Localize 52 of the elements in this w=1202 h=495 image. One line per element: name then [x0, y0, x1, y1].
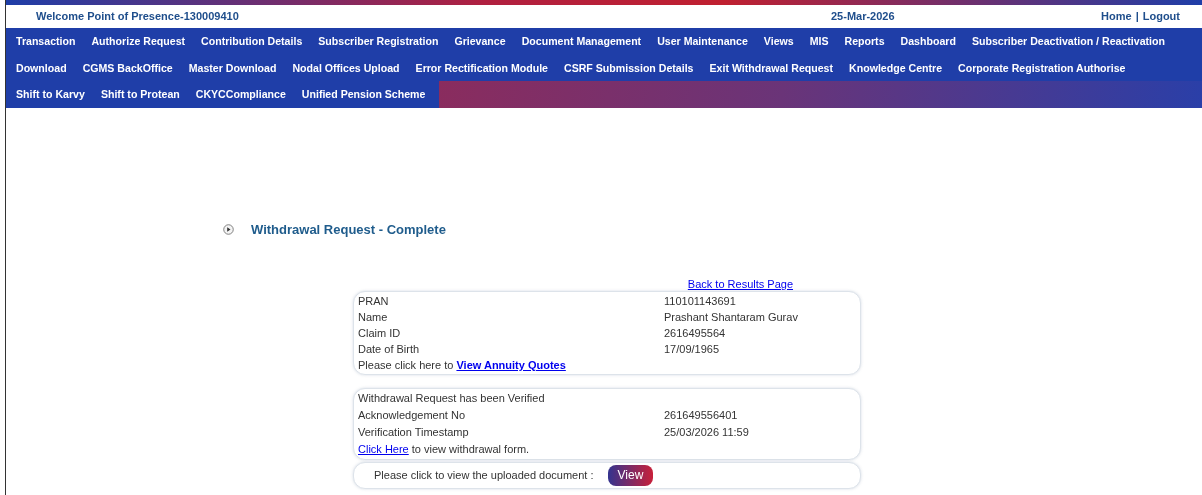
field-value: 17/09/1965	[664, 342, 720, 357]
menu-item[interactable]: Contribution Details	[193, 28, 311, 55]
menu-item[interactable]: Views	[755, 28, 802, 55]
annuity-link[interactable]: View Annuity Quotes	[456, 359, 566, 371]
menu-item[interactable]: CKYCCompliance	[187, 81, 294, 108]
welcome-text: Welcome Point of Presence-130009410	[36, 9, 240, 25]
field-value: Prashant Shantaram Gurav	[664, 310, 798, 325]
menu-item[interactable]: Error Rectification Module	[407, 54, 556, 81]
field-value: 261649556401	[664, 408, 738, 423]
menu-item[interactable]: Grievance	[446, 28, 514, 55]
view-button[interactable]: View	[607, 465, 654, 486]
menu-item[interactable]: Shift to Protean	[92, 81, 188, 108]
menu-item[interactable]: CSRF Submission Details	[556, 54, 702, 81]
status-text: Withdrawal Request has been Verified	[358, 391, 546, 406]
menu-item[interactable]: User Maintenance	[649, 28, 756, 55]
field-label: Date of Birth	[358, 342, 421, 357]
form-link[interactable]: Click Here	[358, 443, 409, 455]
field-value: 25/03/2026 11:59	[664, 425, 749, 440]
menu-item[interactable]: MIS	[801, 28, 837, 55]
field-value: 2616495564	[664, 326, 726, 341]
form-prompt: Click Here to view withdrawal form.	[358, 442, 531, 457]
menu-item[interactable]: Master Download	[180, 54, 285, 81]
menu-item[interactable]: Dashboard	[892, 28, 964, 55]
menu-item[interactable]: Corporate Registration Authorise	[950, 54, 1134, 81]
field-label: PRAN	[358, 294, 390, 309]
bullet-icon	[223, 223, 234, 235]
menu-item[interactable]: Authorize Request	[83, 28, 194, 55]
link-separator: |	[1135, 9, 1139, 25]
menu-item[interactable]: Reports	[836, 28, 893, 55]
menu-item[interactable]: Shift to Karvy	[6, 81, 93, 108]
date-text: 25-Mar-2026	[831, 9, 895, 25]
menu-item[interactable]: Transaction	[6, 28, 84, 55]
menu-item[interactable]: Unified Pension Scheme	[293, 81, 434, 108]
menu-item[interactable]: Download	[6, 54, 75, 81]
header-link[interactable]: Home	[1101, 8, 1132, 25]
field-label: Name	[358, 310, 389, 325]
menu-item[interactable]: Document Management	[513, 28, 650, 55]
header-link[interactable]: Logout	[1142, 8, 1180, 25]
menu-item[interactable]: Knowledge Centre	[841, 54, 951, 81]
field-label: Claim ID	[358, 326, 402, 341]
menu-item[interactable]: Exit Withdrawal Request	[701, 54, 842, 81]
menu-item[interactable]: Subscriber Deactivation / Reactivation	[963, 28, 1173, 55]
field-label: Verification Timestamp	[358, 425, 470, 440]
menu-item[interactable]: Nodal Offices Upload	[284, 54, 408, 81]
document-prompt: Please click to view the uploaded document :	[374, 468, 594, 484]
menu-item[interactable]: CGMS BackOffice	[74, 54, 181, 81]
page-title: Withdrawal Request - Complete	[251, 220, 446, 239]
menu-item[interactable]: Subscriber Registration	[310, 28, 447, 55]
field-value: 110101143691	[664, 294, 736, 309]
back-link[interactable]: Back to Results Page	[687, 278, 793, 290]
field-label: Acknowledgement No	[358, 408, 466, 423]
annuity-prompt: Please click here to View Annuity Quotes	[358, 358, 567, 373]
